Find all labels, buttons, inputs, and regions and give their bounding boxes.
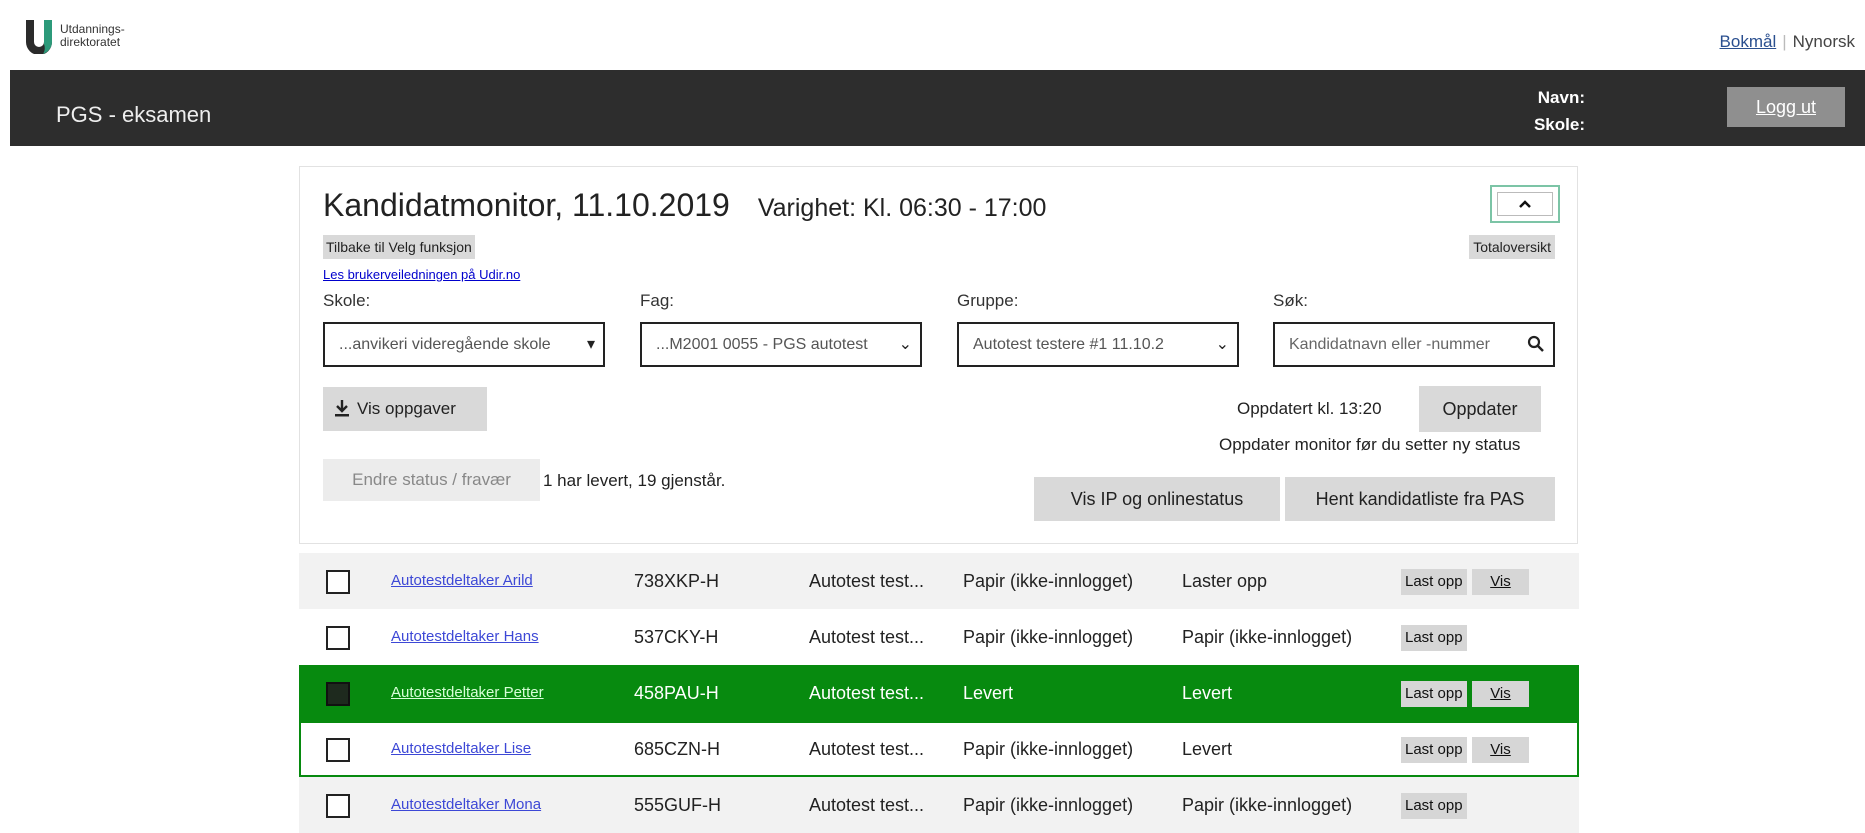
row-checkbox[interactable] [326,738,350,762]
candidate-number: 537CKY-H [634,627,719,647]
candidate-delivery-status: Laster opp [1182,571,1268,591]
candidate-delivery-status: Levert [1182,739,1233,759]
candidate-group: Autotest test... [809,683,925,703]
logout-button[interactable]: Logg ut [1727,87,1845,127]
skole-label: Skole: [1533,115,1585,134]
chevron-up-icon [1497,192,1553,216]
gruppe-select[interactable]: Autotest testere #1 11.10.2 ⌄ [957,322,1239,367]
download-icon [335,400,349,417]
table-row: Autotestdeltaker Hans 537CKY-H Autotest … [299,609,1579,665]
row-checkbox[interactable] [326,682,350,706]
gruppe-select-value: Autotest testere #1 11.10.2 [973,336,1164,353]
chevron-down-icon: ⌄ [1215,336,1229,353]
candidate-name-link[interactable]: Autotestdeltaker Arild [391,553,533,609]
candidate-status: Papir (ikke-innlogget) [963,795,1134,815]
candidate-delivery-status: Papir (ikke-innlogget) [1182,627,1353,647]
candidate-number: 685CZN-H [634,739,721,759]
candidate-name-link[interactable]: Autotestdeltaker Mona [391,777,541,833]
back-button[interactable]: Tilbake til Velg funksjon [323,235,475,259]
upload-button[interactable]: Last opp [1401,569,1467,595]
search-placeholder: Kandidatnavn eller -nummer [1289,336,1490,353]
upload-button[interactable]: Last opp [1401,737,1467,763]
row-checkbox[interactable] [326,794,350,818]
table-row: Autotestdeltaker Lise 685CZN-H Autotest … [299,721,1579,777]
candidate-delivery-status: Levert [1182,683,1233,703]
skole-select-value: ...anvikeri videregående skole [339,336,551,353]
candidate-name-link[interactable]: Autotestdeltaker Petter [391,665,544,721]
change-status-button[interactable]: Endre status / fravær [323,459,540,501]
language-switcher: Bokmål | Nynorsk [1720,32,1855,52]
candidate-name-link[interactable]: Autotestdeltaker Hans [391,609,539,665]
app-header: PGS - eksamen Navn: Skole: Logg ut [10,70,1865,146]
row-checkbox[interactable] [326,570,350,594]
total-overview-button[interactable]: Totaloversikt [1469,235,1555,259]
monitor-duration: Varighet: Kl. 06:30 - 17:00 [757,194,1047,222]
search-input[interactable]: Kandidatnavn eller -nummer [1273,322,1555,367]
view-button[interactable]: Vis [1472,681,1529,707]
candidate-status: Papir (ikke-innlogget) [963,571,1134,591]
lang-bokmal-link[interactable]: Bokmål [1720,32,1777,51]
udir-logo-icon [26,20,52,54]
candidate-number: 738XKP-H [634,571,720,591]
show-ip-button[interactable]: Vis IP og onlinestatus [1034,477,1280,521]
upload-button[interactable]: Last opp [1401,681,1467,707]
candidate-group: Autotest test... [809,571,925,591]
fag-filter-label: Fag: [640,291,675,310]
update-button[interactable]: Oppdater [1419,386,1541,432]
table-row: Autotestdeltaker Arild 738XKP-H Autotest… [299,553,1579,609]
chevron-down-icon: ⌄ [898,336,912,353]
candidate-group: Autotest test... [809,795,925,815]
row-checkbox[interactable] [326,626,350,650]
udir-logo[interactable]: Utdannings- direktoratet [24,18,125,54]
candidate-delivery-status: Papir (ikke-innlogget) [1182,795,1353,815]
caret-down-icon: ▾ [586,336,595,353]
skole-select[interactable]: ...anvikeri videregående skole ▾ [323,322,605,367]
page-title: Kandidatmonitor, 11.10.2019 Varighet: Kl.… [323,187,1046,224]
upload-button[interactable]: Last opp [1401,625,1467,651]
search-icon[interactable] [1527,324,1545,365]
app-title: PGS - eksamen [56,102,212,127]
skole-filter-label: Skole: [323,291,371,310]
top-bar: Utdannings- direktoratet Bokmål | Nynorsk [10,0,1865,70]
table-row: Autotestdeltaker Mona 555GUF-H Autotest … [299,777,1579,833]
monitor-panel: Kandidatmonitor, 11.10.2019 Varighet: Kl.… [299,166,1578,544]
candidate-name-link[interactable]: Autotestdeltaker Lise [391,721,531,777]
view-button[interactable]: Vis [1472,569,1529,595]
user-guide-link[interactable]: Les brukerveiledningen på Udir.no [323,267,520,282]
table-row: Autotestdeltaker Petter 458PAU-H Autotes… [299,665,1579,721]
gruppe-filter-label: Gruppe: [957,291,1019,310]
fag-select-value: ...M2001 0055 - PGS autotest [656,336,868,353]
candidate-status: Papir (ikke-innlogget) [963,739,1134,759]
show-tasks-button[interactable]: Vis oppgaver [323,387,487,431]
candidate-number: 458PAU-H [634,683,719,703]
upload-button[interactable]: Last opp [1401,793,1467,819]
lang-nynorsk-link[interactable]: Nynorsk [1793,32,1855,51]
logo-line-2: direktoratet [60,35,121,49]
candidate-table: Autotestdeltaker Arild 738XKP-H Autotest… [299,553,1579,833]
fetch-pas-button[interactable]: Hent kandidatliste fra PAS [1285,477,1555,521]
delivery-count: 1 har levert, 19 gjenstår. [543,471,726,490]
sok-filter-label: Søk: [1273,291,1308,310]
candidate-group: Autotest test... [809,739,925,759]
collapse-button[interactable] [1490,185,1560,223]
fag-select[interactable]: ...M2001 0055 - PGS autotest ⌄ [640,322,922,367]
last-updated-text: Oppdatert kl. 13:20 [1237,399,1382,418]
candidate-status: Papir (ikke-innlogget) [963,627,1134,647]
lang-divider: | [1782,32,1787,51]
update-hint: Oppdater monitor før du setter ny status [1219,435,1521,454]
navn-label: Navn: [1537,88,1585,107]
view-button[interactable]: Vis [1472,737,1529,763]
candidate-group: Autotest test... [809,627,925,647]
candidate-number: 555GUF-H [634,795,722,815]
show-tasks-label: Vis oppgaver [357,399,456,418]
candidate-status: Levert [963,683,1014,703]
monitor-title: Kandidatmonitor, 11.10.2019 [323,187,730,223]
user-info: Navn: Skole: [1534,84,1585,138]
